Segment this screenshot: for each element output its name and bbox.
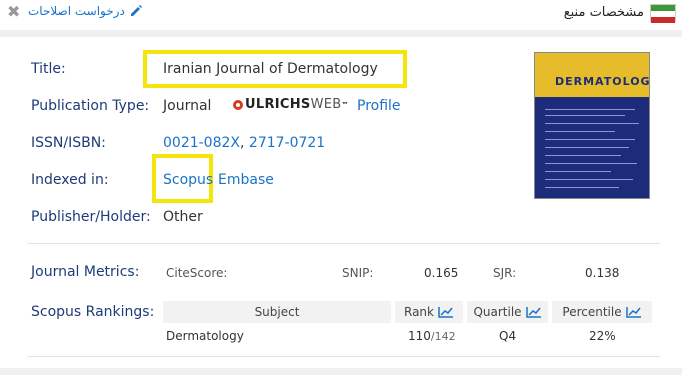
publisher-label: Publisher/Holder: — [31, 209, 151, 225]
rank-total: /142 — [430, 330, 456, 343]
subject-header: Subject — [163, 301, 391, 323]
embase-link[interactable]: Embase — [218, 172, 274, 188]
close-icon[interactable]: ✖ — [7, 3, 20, 21]
panel-footer — [0, 368, 682, 375]
percentile-header[interactable]: Percentile — [552, 301, 652, 323]
quartile-chart-icon[interactable] — [525, 306, 542, 318]
rank-value: 110 — [408, 329, 431, 343]
issn-link-1[interactable]: 0021-082X — [163, 135, 240, 151]
citescore-key: CiteScore: — [166, 266, 228, 280]
issn-values: 0021-082X, 2717-0721 — [163, 135, 325, 151]
journal-cover-image: DERMATOLOGY — [534, 52, 650, 199]
subject-cell: Dermatology — [166, 329, 244, 343]
table-bottom-divider — [27, 356, 660, 357]
scopus-link[interactable]: Scopus — [163, 172, 213, 188]
rank-cell: 110/142 — [408, 329, 456, 343]
rank-header[interactable]: Rank — [395, 301, 463, 323]
percentile-cell: 22% — [589, 329, 616, 343]
panel-header: ✖ درخواست اصلاحات مشخصات منبع — [0, 0, 682, 30]
indexed-label: Indexed in: — [31, 172, 109, 188]
ulrichs-ring-icon — [233, 99, 243, 110]
percentile-chart-icon[interactable] — [625, 306, 642, 318]
quartile-header[interactable]: Quartile — [467, 301, 548, 323]
rank-chart-icon[interactable] — [438, 306, 454, 318]
subject-header-label: Subject — [254, 305, 300, 319]
issn-separator: , — [240, 135, 245, 151]
issn-link-2[interactable]: 2717-0721 — [249, 135, 325, 151]
snip-value: 0.165 — [424, 266, 459, 280]
ulrichsweb-logo[interactable]: ULRICHS WEB ™ — [233, 97, 349, 112]
publication-type-label: Publication Type: — [31, 98, 150, 114]
request-edit-link[interactable]: درخواست اصلاحات — [28, 4, 143, 18]
pencil-icon — [130, 5, 142, 16]
sjr-value: 0.138 — [585, 266, 620, 280]
iran-flag-icon — [650, 4, 676, 23]
journal-title: Iranian Journal of Dermatology — [163, 61, 378, 77]
issn-label: ISSN/ISBN: — [31, 135, 106, 151]
ulrichs-web: WEB — [310, 97, 342, 112]
quartile-header-label: Quartile — [473, 305, 522, 319]
ulrichs-brand: ULRICHS — [245, 97, 311, 112]
header-divider — [0, 30, 682, 37]
journal-metrics-label: Journal Metrics: — [31, 264, 140, 280]
panel-title: مشخصات منبع — [563, 5, 644, 20]
sjr-key: SJR: — [493, 266, 517, 280]
ulrichs-tm: ™ — [341, 100, 349, 109]
cover-logo-text: DERMATOLOGY — [555, 75, 650, 88]
profile-link[interactable]: Profile — [357, 98, 401, 114]
percentile-header-label: Percentile — [562, 305, 622, 319]
scopus-rankings-label: Scopus Rankings: — [31, 304, 155, 320]
request-edit-label: درخواست اصلاحات — [28, 4, 125, 18]
publication-type-value: Journal — [163, 98, 212, 114]
quartile-cell: Q4 — [499, 329, 517, 343]
title-label: Title: — [31, 61, 66, 77]
section-divider — [27, 243, 660, 244]
snip-key: SNIP: — [342, 266, 374, 280]
publisher-value: Other — [163, 209, 203, 225]
rank-header-label: Rank — [404, 305, 434, 319]
